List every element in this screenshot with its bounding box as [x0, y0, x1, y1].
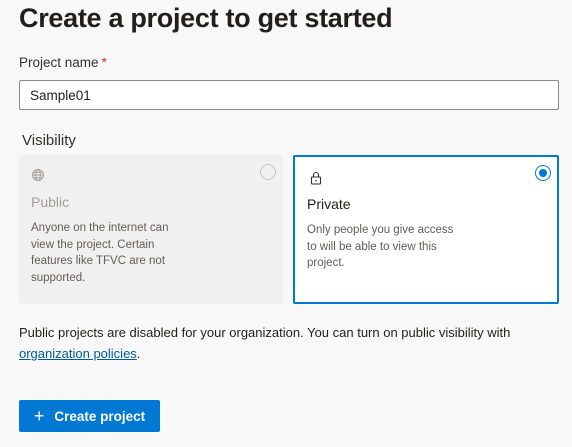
notice-text: Public projects are disabled for your or… [19, 325, 511, 340]
plus-icon: + [33, 406, 45, 426]
project-name-label-text: Project name [19, 55, 99, 70]
create-project-button[interactable]: + Create project [19, 400, 160, 432]
project-name-input[interactable] [19, 80, 559, 110]
visibility-option-title: Public [31, 194, 70, 210]
create-project-page: Create a project to get started Project … [0, 0, 572, 447]
lock-icon [310, 171, 324, 185]
visibility-option-description: Only people you give access to will be a… [307, 224, 454, 269]
private-radio[interactable] [535, 165, 551, 181]
visibility-label: Visibility [22, 132, 76, 149]
page-title: Create a project to get started [19, 3, 393, 33]
globe-icon [31, 168, 45, 182]
required-marker: * [101, 55, 107, 70]
create-project-label: Create project [54, 408, 146, 424]
public-radio[interactable] [260, 164, 276, 180]
public-disabled-notice: Public projects are disabled for your or… [19, 322, 564, 364]
project-name-label: Project name * [19, 55, 107, 70]
notice-suffix: . [136, 346, 141, 361]
visibility-option-description: Anyone on the internet can view the proj… [31, 222, 169, 284]
radio-selected-dot [539, 169, 547, 177]
visibility-option-title: Private [307, 196, 351, 212]
visibility-option-private[interactable]: Private Only people you give access to w… [293, 155, 559, 304]
visibility-option-public[interactable]: Public Anyone on the internet can view t… [19, 155, 283, 304]
organization-policies-link[interactable]: organization policies [19, 346, 137, 361]
